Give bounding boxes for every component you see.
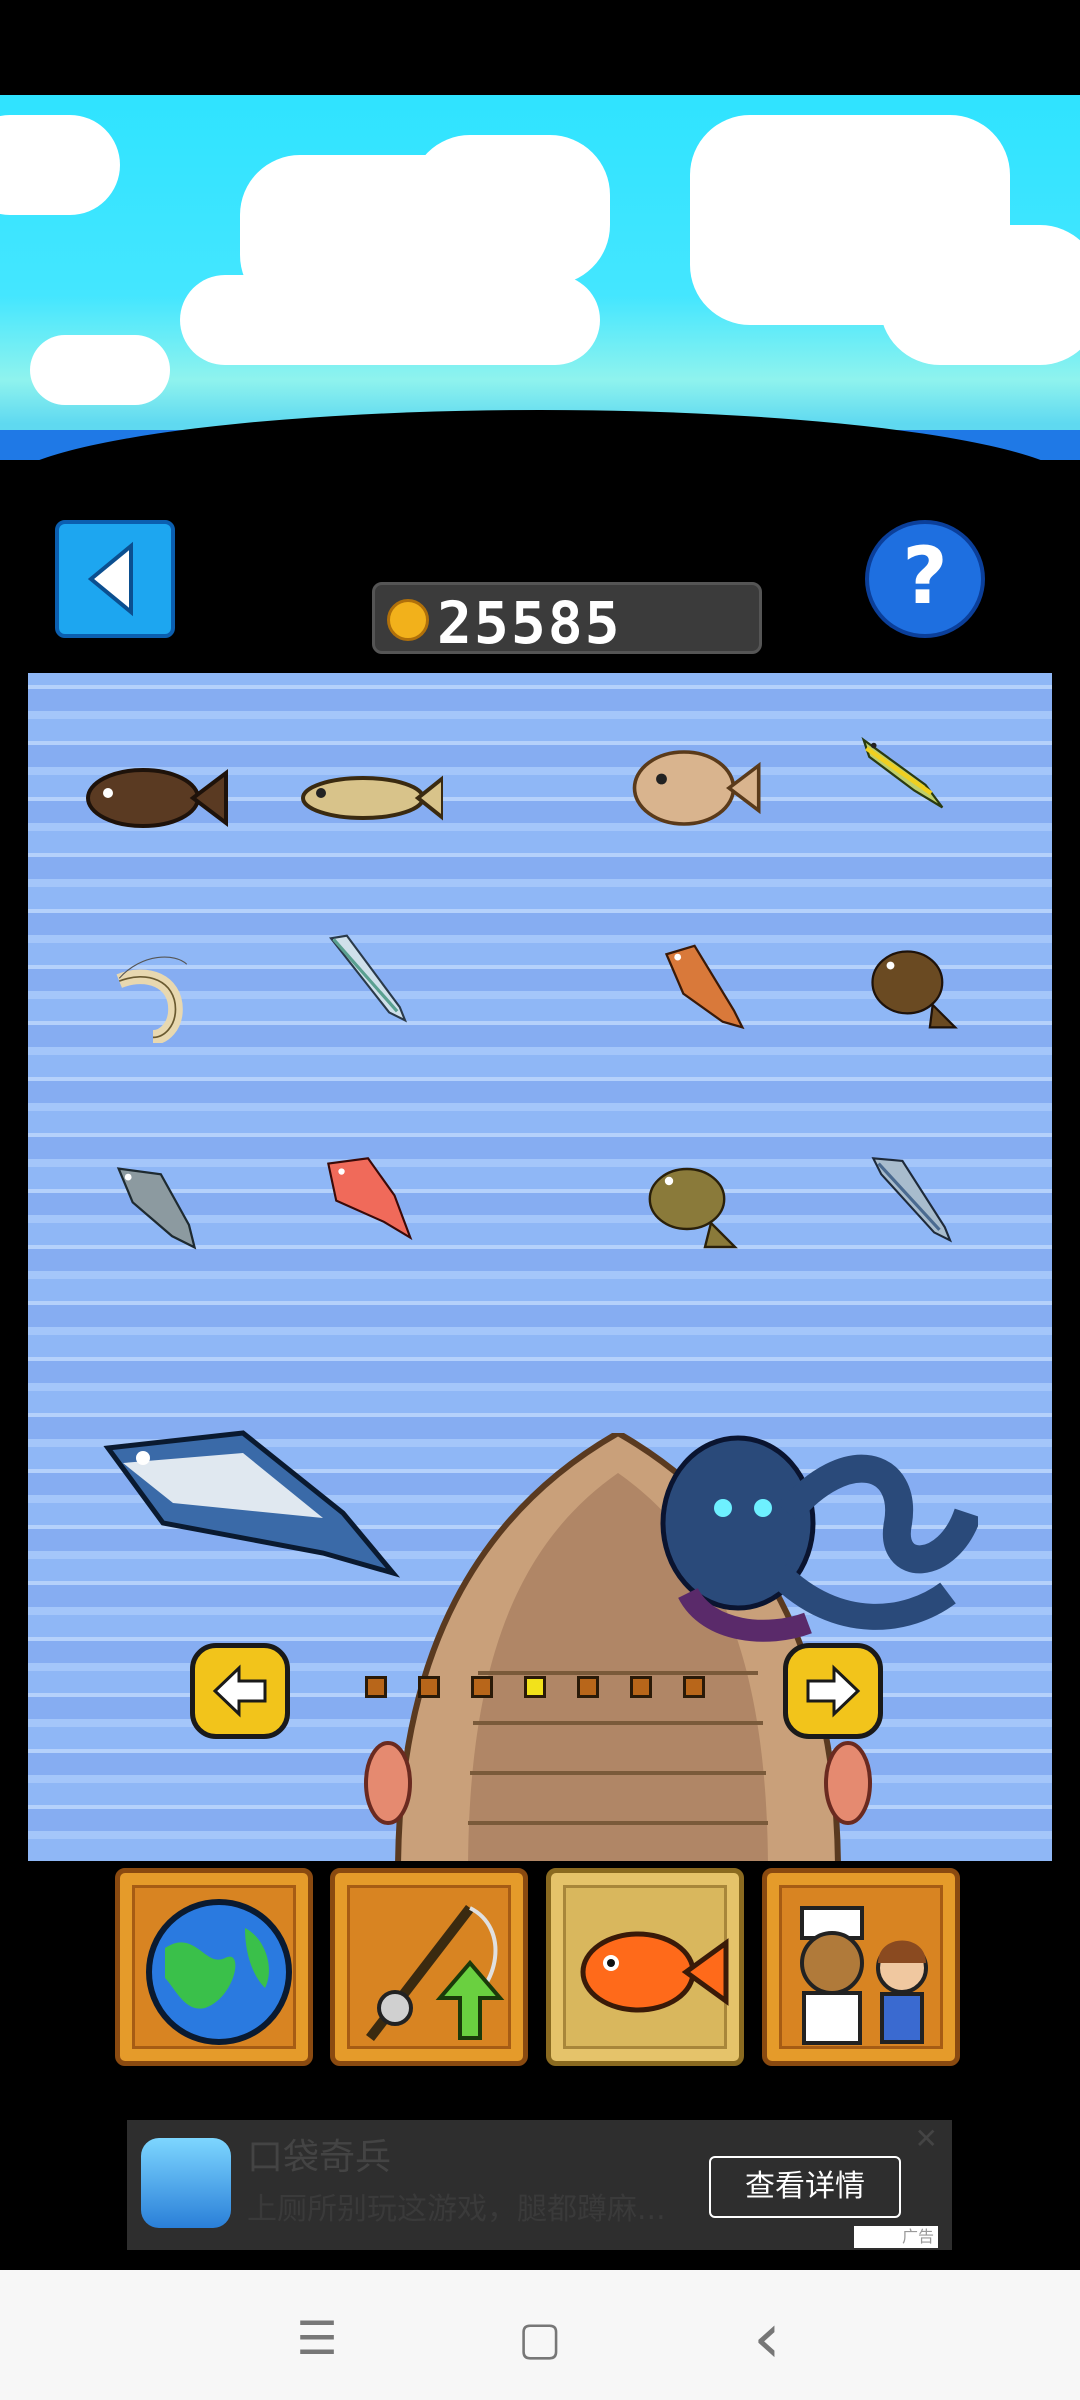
crew-tab[interactable]: [762, 1868, 960, 2066]
sardine-icon[interactable]: [293, 933, 443, 1023]
yellowtail-icon[interactable]: [828, 723, 978, 813]
shrimp-icon[interactable]: [78, 953, 228, 1043]
menu-icon[interactable]: ☰: [277, 2298, 357, 2378]
world-map-icon: [146, 1899, 292, 2045]
help-label: ?: [902, 532, 948, 622]
coin-amount: 25585: [437, 589, 622, 657]
home-icon[interactable]: ▢: [500, 2298, 580, 2378]
cloud: [180, 275, 600, 365]
previous-page-button[interactable]: [190, 1643, 290, 1739]
fish-collection-icon: [580, 1931, 729, 2013]
rod-upgrade-icon: [366, 1904, 505, 2042]
system-navigation-bar: ☰ ▢ ‹: [0, 2270, 1080, 2400]
page-dot: [418, 1676, 440, 1698]
fish-collection-tab[interactable]: [546, 1868, 744, 2066]
sea-bass-icon[interactable]: [83, 1163, 233, 1253]
world-map-tab[interactable]: [115, 1868, 313, 2066]
cloud: [410, 135, 610, 285]
cloud: [0, 115, 120, 215]
crew-icon: [800, 1906, 928, 2045]
coin-counter: 25585: [372, 582, 762, 657]
flounder-icon[interactable]: [838, 943, 988, 1033]
coin-icon: [387, 599, 429, 641]
arrow-left-icon: [212, 1664, 267, 1718]
kraken-icon[interactable]: [648, 1423, 978, 1643]
ad-banner[interactable]: 口袋奇兵 上厕所别玩这游戏，腿都蹲麻... 查看详情 ✕ 广告: [127, 2120, 952, 2250]
ad-app-icon: [141, 2138, 231, 2228]
help-button[interactable]: ?: [865, 520, 985, 638]
triangle-left-icon: [87, 541, 133, 617]
rockfish-icon[interactable]: [78, 753, 228, 843]
blowfish-icon[interactable]: [618, 743, 768, 833]
rod-upgrade-tab[interactable]: [330, 1868, 528, 2066]
goby-icon[interactable]: [293, 753, 443, 843]
cloud: [880, 225, 1080, 365]
next-page-button[interactable]: [783, 1643, 883, 1739]
sky-background: [0, 95, 1080, 460]
page-dot: [365, 1676, 387, 1698]
cloud: [30, 335, 170, 405]
back-icon[interactable]: ‹: [727, 2298, 807, 2378]
ad-title: 口袋奇兵: [247, 2137, 392, 2178]
ad-view-details-button[interactable]: 查看详情: [709, 2156, 901, 2218]
page-dot: [471, 1676, 493, 1698]
red-sea-bream-icon[interactable]: [293, 1153, 443, 1243]
ad-description: 上厕所别玩这游戏，腿都蹲麻...: [247, 2192, 666, 2227]
mackerel-icon[interactable]: [838, 1153, 988, 1243]
ad-label: 广告: [854, 2226, 938, 2248]
back-button[interactable]: [55, 520, 175, 638]
page-dot: [630, 1676, 652, 1698]
fish-collection-panel: [28, 673, 1052, 1861]
ad-close-icon[interactable]: ✕: [915, 2122, 938, 2155]
arrow-right-icon: [806, 1664, 861, 1718]
page-dot: [683, 1676, 705, 1698]
page-dot-current: [524, 1676, 546, 1698]
tuna-icon[interactable]: [103, 1423, 403, 1593]
page-dot: [577, 1676, 599, 1698]
halibut-icon[interactable]: [618, 1163, 768, 1253]
red-snapper-icon[interactable]: [628, 943, 778, 1033]
